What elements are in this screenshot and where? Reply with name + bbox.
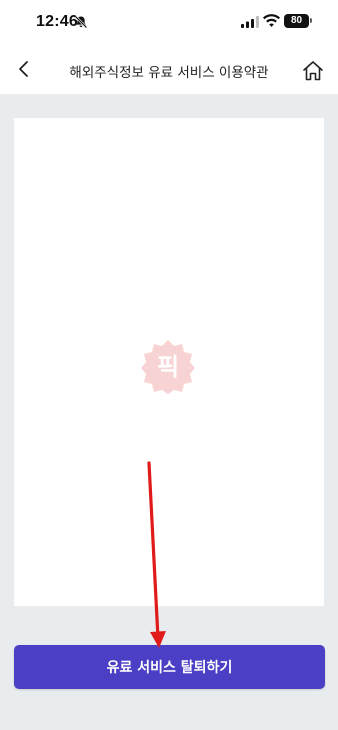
battery-cap <box>310 18 312 23</box>
status-bar: 12:46 80 <box>0 0 338 44</box>
watermark-text: 픽 <box>157 353 179 381</box>
home-icon <box>303 61 323 81</box>
battery-icon: 80 <box>284 14 309 28</box>
terms-document-panel: 픽 <box>14 118 324 606</box>
back-button[interactable] <box>10 54 38 84</box>
status-time: 12:46 <box>36 13 78 30</box>
cancel-paid-service-button[interactable]: 유료 서비스 탈퇴하기 <box>14 645 325 689</box>
nav-bar: 해외주식정보 유료 서비스 이용약관 <box>0 44 338 94</box>
page-title: 해외주식정보 유료 서비스 이용약관 <box>69 65 269 81</box>
cancel-paid-service-label: 유료 서비스 탈퇴하기 <box>106 660 233 676</box>
content-area: 픽 유료 서비스 탈퇴하기 <box>0 94 338 730</box>
home-button[interactable] <box>300 58 326 84</box>
wifi-icon <box>263 14 280 27</box>
chevron-left-icon <box>19 61 28 77</box>
watermark-logo: 픽 <box>141 340 195 394</box>
bell-off-icon <box>74 15 88 29</box>
signal-icon <box>241 16 259 28</box>
